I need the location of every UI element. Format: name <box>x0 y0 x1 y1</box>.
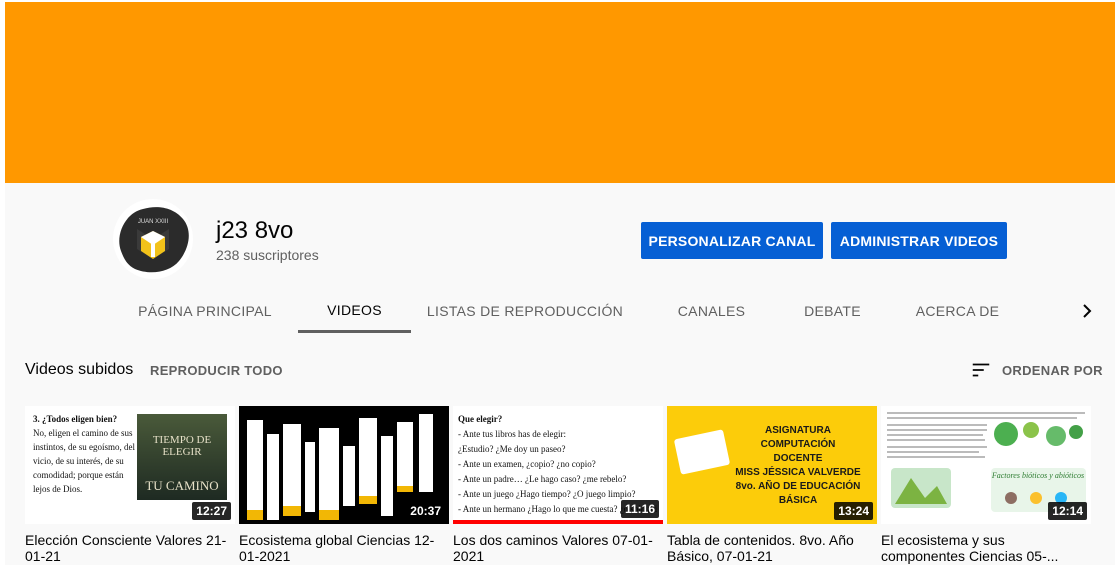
video-duration: 12:14 <box>1048 502 1087 520</box>
video-thumbnail[interactable]: 3. ¿Todos eligen bien? No, eligen el cam… <box>25 406 235 524</box>
video-duration: 13:24 <box>834 502 873 520</box>
video-card[interactable]: Factores bióticos y abióticos 12:14 El e… <box>881 406 1091 564</box>
channel-name: j23 8vo <box>216 217 294 244</box>
manage-videos-button[interactable]: ADMINISTRAR VIDEOS <box>831 222 1007 259</box>
sort-icon <box>972 363 990 377</box>
video-card[interactable]: 20:37 Ecosistema global Ciencias 12-01-2… <box>239 406 449 564</box>
video-duration: 20:37 <box>406 502 445 520</box>
channel-tabs: PÁGINA PRINCIPAL VIDEOS LISTAS DE REPROD… <box>5 289 1115 333</box>
channel-avatar[interactable]: JUAN XXIII <box>113 199 193 279</box>
thumbnail-image: TIEMPO DE ELEGIR TU CAMINO <box>137 414 227 500</box>
subscriber-count: 238 suscriptores <box>216 247 319 263</box>
tab-discussion[interactable]: DEBATE <box>785 289 880 333</box>
video-thumbnail[interactable]: Que elegir? - Ante tus libros has de ele… <box>453 406 663 524</box>
video-card[interactable]: 3. ¿Todos eligen bien? No, eligen el cam… <box>25 406 235 564</box>
video-title[interactable]: Ecosistema global Ciencias 12-01-2021 <box>239 532 449 564</box>
tab-videos[interactable]: VIDEOS <box>298 289 411 333</box>
video-card[interactable]: Que elegir? - Ante tus libros has de ele… <box>453 406 663 564</box>
video-thumbnail[interactable]: Factores bióticos y abióticos 12:14 <box>881 406 1091 524</box>
laptop-icon <box>673 429 731 475</box>
video-thumbnail[interactable]: ASIGNATURA COMPUTACIÓN DOCENTE MISS JÉSS… <box>667 406 877 524</box>
sort-label: ORDENAR POR <box>1002 362 1103 378</box>
channel-header: JUAN XXIII j23 8vo 238 suscriptores PERS… <box>5 183 1115 333</box>
video-thumbnail[interactable]: 20:37 <box>239 406 449 524</box>
sort-button[interactable]: ORDENAR POR <box>970 359 1103 381</box>
watched-progress-bar <box>453 520 663 524</box>
video-duration: 11:16 <box>620 500 659 518</box>
video-title[interactable]: Los dos caminos Valores 07-01-2021 <box>453 532 663 564</box>
section-title: Videos subidos <box>25 361 134 378</box>
customize-channel-button[interactable]: PERSONALIZAR CANAL <box>641 222 823 259</box>
thumbnail-text: 3. ¿Todos eligen bien? No, eligen el cam… <box>33 414 135 494</box>
tab-home[interactable]: PÁGINA PRINCIPAL <box>120 289 290 333</box>
thumbnail-badge: Factores bióticos y abióticos <box>991 471 1084 480</box>
video-title[interactable]: El ecosistema y sus componentes Ciencias… <box>881 532 1091 564</box>
svg-text:JUAN XXIII: JUAN XXIII <box>138 219 169 225</box>
video-title[interactable]: Elección Consciente Valores 21-01-21 <box>25 532 235 564</box>
tab-about[interactable]: ACERCA DE <box>900 289 1015 333</box>
video-title[interactable]: Tabla de contenidos. 8vo. Año Básico, 07… <box>667 532 877 564</box>
video-duration: 12:27 <box>192 502 231 520</box>
thumbnail-text: ASIGNATURA COMPUTACIÓN DOCENTE MISS JÉSS… <box>735 425 861 506</box>
video-card[interactable]: ASIGNATURA COMPUTACIÓN DOCENTE MISS JÉSS… <box>667 406 877 564</box>
chevron-right-icon[interactable] <box>1075 299 1099 323</box>
channel-banner <box>5 2 1115 183</box>
tab-channels[interactable]: CANALES <box>660 289 763 333</box>
play-all-button[interactable]: REPRODUCIR TODO <box>150 363 283 378</box>
tab-playlists[interactable]: LISTAS DE REPRODUCCIÓN <box>425 289 625 333</box>
videos-section: Videos subidos REPRODUCIR TODO ORDENAR P… <box>5 333 1115 565</box>
channel-logo-icon: JUAN XXIII <box>119 207 189 273</box>
